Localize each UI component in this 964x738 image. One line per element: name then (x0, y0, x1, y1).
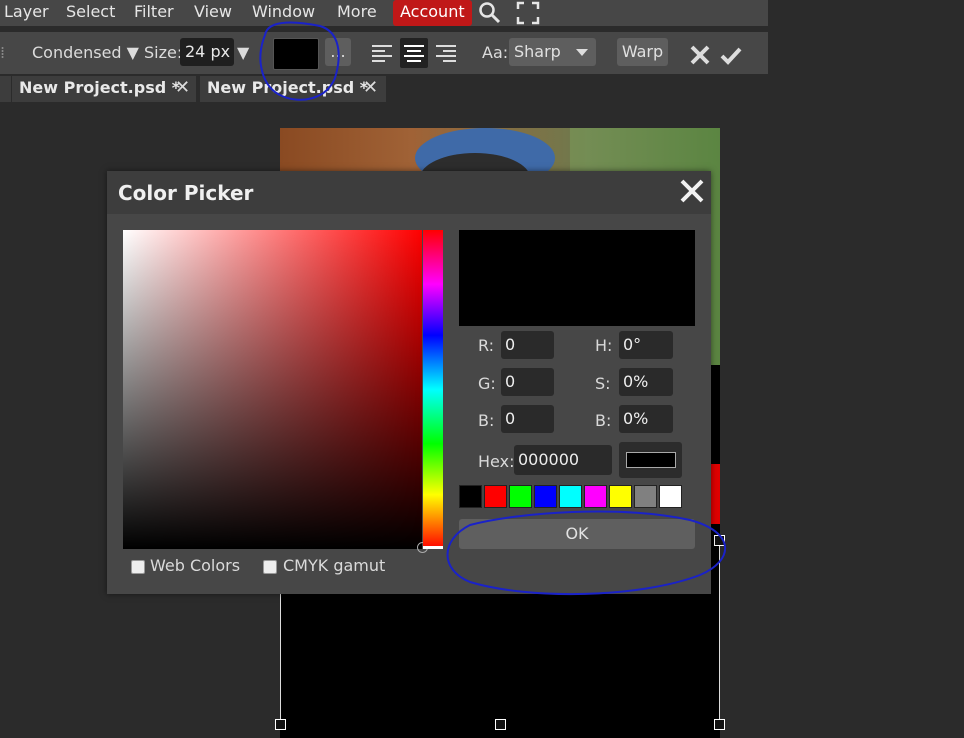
color-picker-dialog: Color Picker R: 0 H: 0° G: 0 S: 0% B: 0 … (107, 171, 711, 594)
swatch-red[interactable] (484, 485, 507, 508)
antialias-dropdown[interactable]: Sharp (509, 38, 596, 66)
swatch-black[interactable] (459, 485, 482, 508)
menu-view[interactable]: View (194, 0, 232, 26)
account-button[interactable]: Account (393, 0, 472, 26)
confirm-icon[interactable] (720, 46, 742, 70)
transform-handle[interactable] (275, 719, 286, 730)
search-icon[interactable] (478, 1, 502, 29)
s-label: S: (595, 374, 611, 393)
antialias-value: Sharp (514, 42, 561, 61)
web-colors-checkbox[interactable] (131, 560, 145, 574)
size-label: Size: (144, 43, 183, 62)
size-dropdown-arrow[interactable]: ▼ (237, 43, 249, 63)
g-input[interactable]: 0 (501, 368, 554, 396)
cmyk-gamut-checkbox[interactable] (263, 560, 277, 574)
fullscreen-icon[interactable] (516, 1, 540, 29)
hex-input[interactable]: 000000 (514, 445, 612, 475)
b-label: B: (478, 411, 495, 430)
swatch-green[interactable] (509, 485, 532, 508)
swatch-gray[interactable] (634, 485, 657, 508)
close-icon[interactable]: ✕ (363, 76, 378, 100)
transform-handle[interactable] (714, 535, 725, 546)
text-color-swatch[interactable] (273, 38, 319, 70)
dialog-header: Color Picker (107, 171, 711, 214)
tab-label: New Project.psd * (19, 78, 181, 97)
menu-more[interactable]: More (337, 0, 377, 26)
hue-slider-thumb[interactable] (423, 546, 443, 549)
brightness-input[interactable]: 0% (619, 405, 673, 433)
swatch-blue[interactable] (534, 485, 557, 508)
align-center-icon[interactable] (400, 38, 428, 68)
hex-label: Hex: (478, 452, 515, 471)
swatch-magenta[interactable] (584, 485, 607, 508)
tab-new-project-1[interactable]: New Project.psd * ✕ (12, 76, 196, 102)
swatch-cyan[interactable] (559, 485, 582, 508)
toolbar-separator: ⁞ (0, 43, 6, 62)
swatch-white[interactable] (659, 485, 682, 508)
ok-button[interactable]: OK (459, 519, 695, 549)
h-input[interactable]: 0° (619, 331, 673, 359)
g-label: G: (478, 374, 496, 393)
dialog-title: Color Picker (118, 181, 254, 205)
color-preview (459, 230, 695, 326)
more-options-button[interactable]: ... (325, 38, 351, 66)
swatch-yellow[interactable] (609, 485, 632, 508)
transform-handle[interactable] (714, 719, 725, 730)
align-left-icon[interactable] (372, 44, 392, 68)
menu-filter[interactable]: Filter (134, 0, 174, 26)
web-colors-label[interactable]: Web Colors (150, 556, 240, 576)
h-label: H: (595, 336, 613, 355)
warp-button[interactable]: Warp (617, 38, 668, 66)
tab-label: New Project.psd * (207, 78, 369, 97)
hue-slider[interactable] (423, 230, 443, 549)
close-icon[interactable] (680, 179, 704, 207)
menu-window[interactable]: Window (252, 0, 315, 26)
menu-select[interactable]: Select (66, 0, 115, 26)
old-color-button[interactable] (619, 442, 682, 478)
saturation-value-field[interactable] (123, 230, 422, 549)
options-toolbar: ⁞ Condensed ▼ Size: 24 px ▼ ... Aa: Shar… (0, 32, 768, 74)
brightness-label: B: (595, 411, 612, 430)
font-dropdown[interactable]: Condensed ▼ (32, 43, 139, 63)
align-right-icon[interactable] (436, 44, 456, 68)
menu-bar: Layer Select Filter View Window More Acc… (0, 0, 964, 26)
b-input[interactable]: 0 (501, 405, 554, 433)
r-label: R: (478, 336, 495, 355)
tab-new-project-2[interactable]: New Project.psd * ✕ (200, 76, 386, 102)
close-icon[interactable]: ✕ (175, 76, 190, 100)
old-color-swatch (626, 452, 676, 468)
transform-handle[interactable] (495, 719, 506, 730)
cmyk-gamut-label[interactable]: CMYK gamut (283, 556, 385, 576)
antialias-label: Aa: (482, 43, 509, 62)
r-input[interactable]: 0 (501, 331, 554, 359)
chevron-down-icon (576, 49, 588, 56)
menu-layer[interactable]: Layer (4, 0, 49, 26)
s-input[interactable]: 0% (619, 368, 673, 396)
size-input[interactable]: 24 px (180, 38, 234, 66)
cancel-icon[interactable] (690, 45, 710, 69)
